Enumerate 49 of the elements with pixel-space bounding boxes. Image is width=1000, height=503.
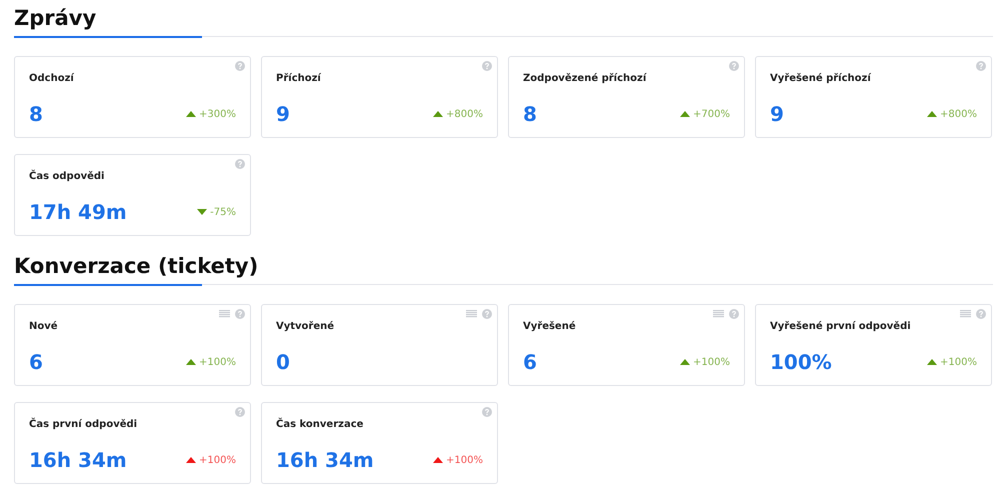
card-title: Čas konverzace [276,419,364,430]
card-title: Čas první odpovědi [29,419,138,430]
trend-percent: +700% [693,108,730,120]
trend-percent: +100% [446,454,483,466]
metric-value: 6 [29,350,43,374]
card-title: Čas odpovědi [29,171,104,182]
trend-percent: +100% [199,356,236,368]
metric-value: 6 [523,350,537,374]
metric-value: 0 [276,350,290,374]
card-title: Vytvořené [276,321,334,332]
metric-value: 9 [770,102,784,126]
card-title: Zodpovězené příchozí [523,73,646,84]
metric-value: 17h 49m [29,200,127,224]
help-icon[interactable] [235,309,245,319]
card-title: Vyřešené první odpovědi [770,321,911,332]
trend-percent: -75% [210,206,236,218]
trend-percent: +800% [446,108,483,120]
metric-value: 16h 34m [29,448,127,472]
metric-value: 9 [276,102,290,126]
trend-percent: +100% [693,356,730,368]
metric-value: 16h 34m [276,448,374,472]
help-icon[interactable] [235,159,245,169]
help-icon[interactable] [482,61,492,71]
help-icon[interactable] [482,309,492,319]
trend-percent: +800% [940,108,977,120]
help-icon[interactable] [976,309,986,319]
card-title: Vyřešené příchozí [770,73,871,84]
help-icon[interactable] [235,61,245,71]
trend-percent: +100% [199,454,236,466]
trend-percent: +300% [199,108,236,120]
help-icon[interactable] [729,309,739,319]
card-title: Odchozí [29,73,74,84]
metric-value: 8 [523,102,537,126]
card-title: Vyřešené [523,321,576,332]
list-icon[interactable] [466,310,477,318]
card-title: Příchozí [276,73,321,84]
help-icon[interactable] [729,61,739,71]
metric-value: 8 [29,102,43,126]
section-title: Konverzace (tickety) [14,253,260,280]
help-icon[interactable] [235,407,245,417]
section-title: Zprávy [14,5,98,32]
card-title: Nové [29,321,58,332]
help-icon[interactable] [482,407,492,417]
trend-percent: +100% [940,356,977,368]
help-icon[interactable] [976,61,986,71]
list-icon[interactable] [960,310,971,318]
metric-value: 100% [770,350,832,374]
list-icon[interactable] [219,310,230,318]
list-icon[interactable] [713,310,724,318]
